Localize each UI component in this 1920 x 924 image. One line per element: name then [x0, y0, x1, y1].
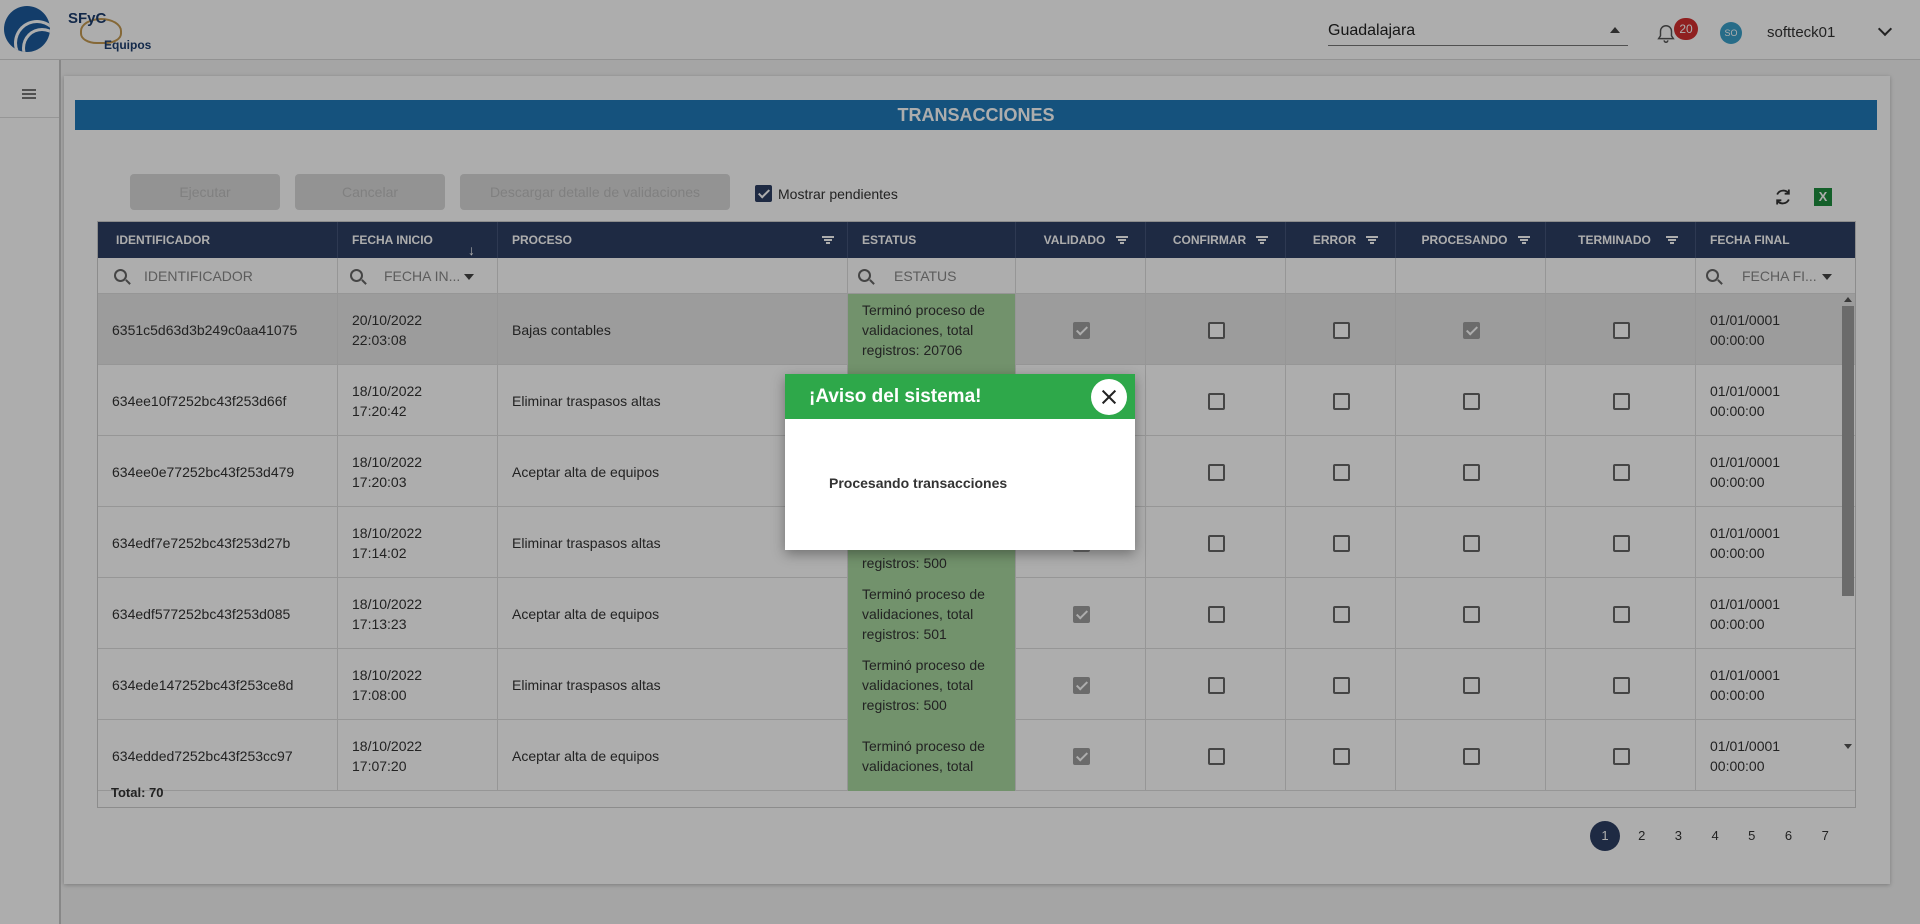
- dialog-header: ¡Aviso del sistema!: [785, 374, 1135, 419]
- dialog-title: ¡Aviso del sistema!: [809, 386, 982, 407]
- system-notice-dialog: ¡Aviso del sistema! Procesando transacci…: [785, 374, 1135, 550]
- dialog-message: Procesando transacciones: [829, 475, 1008, 491]
- close-icon[interactable]: [1091, 379, 1127, 415]
